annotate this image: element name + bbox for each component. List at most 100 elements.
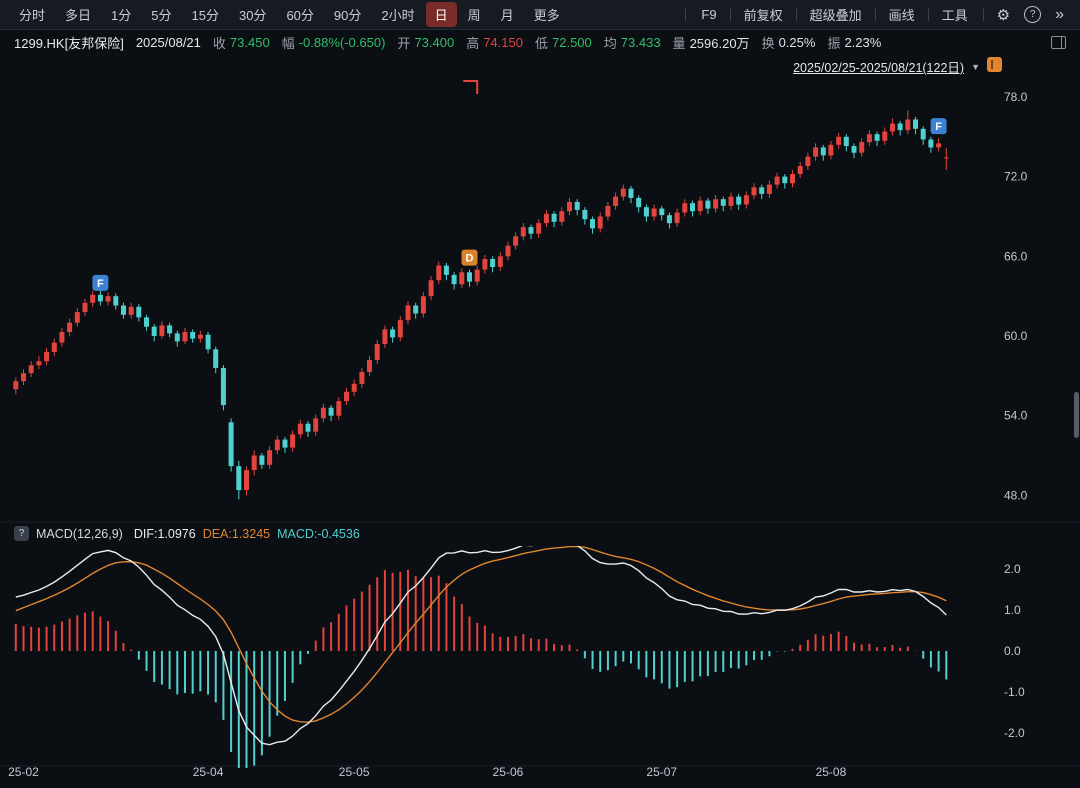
event-marker-D[interactable]: D [461,249,478,266]
quote-date: 2025/08/21 [135,34,201,50]
quote-field-value: 74.150 [483,34,523,50]
svg-text:25-05: 25-05 [339,765,370,779]
svg-text:25-08: 25-08 [816,765,847,779]
quote-field-label: 均 [603,35,617,51]
period-tab[interactable]: 多日 [56,2,100,27]
date-range-selector[interactable]: 2025/02/25-2025/08/21(122日) ▼ [793,57,980,76]
top-toolbar: 分时 多日 1分 5分 15分 30分 60分 90分 2小时日周月更多 F9 前复权 超级叠加 画线… [0,0,1080,30]
macd-histogram [14,569,948,768]
toolbar-tool[interactable]: 超级叠加 [802,2,870,27]
period-tab[interactable]: 日 [425,2,457,27]
svg-text:-2.0: -2.0 [1004,726,1025,740]
quote-field-value: -0.88%(-0.650) [298,34,386,50]
toolbar-tool[interactable]: 画线 [881,2,923,27]
period-tab[interactable]: 分时 [10,2,54,27]
quote-field-label: 幅 [281,35,295,51]
help-icon[interactable]: ? [1018,4,1047,25]
toolbar-tool[interactable]: 前复权 [736,2,791,27]
dif-line [15,546,947,746]
quote-field-value: 2596.20万 [689,35,750,51]
help-glyph: ? [1024,6,1042,23]
period-tab[interactable]: 5分 [142,2,180,27]
divider [795,8,797,21]
indicator-help-icon[interactable]: ? [14,526,29,541]
event-marker-F[interactable]: F [930,118,947,135]
quote-field-label: 换 [761,35,775,51]
quote-field: 量 2596.20万 [673,33,750,52]
macd-params-label[interactable]: MACD(12,26,9) [36,527,123,541]
period-tab[interactable]: 月 [492,2,523,27]
period-tab[interactable]: 30分 [230,2,275,27]
svg-text:66.0: 66.0 [1004,249,1028,263]
toolbar-right: F9 前复权 超级叠加 画线 工具 ⚙ ? » [680,2,1070,27]
quote-field: 开 73.400 [397,33,454,52]
svg-text:0.0: 0.0 [1004,644,1021,658]
quote-field-label: 收 [212,35,226,51]
chart-area: 78.0 72.0 66.0 60.0 54.0 48.0 2.0 1.0 0.0 -1.0 -2.… [0,54,1080,788]
divider [927,8,929,21]
period-tab[interactable]: 1分 [102,2,140,27]
svg-text:25-06: 25-06 [493,765,524,779]
quote-field-label: 振 [827,35,841,51]
scrollbar-thumb[interactable] [1074,392,1079,438]
svg-text:F: F [97,278,104,290]
quote-field-value: 73.400 [414,34,455,50]
quote-field-value: 73.433 [620,34,661,50]
svg-text:60.0: 60.0 [1004,329,1028,343]
collapse-icon[interactable]: » [1049,4,1070,26]
divider [982,8,984,21]
period-tab[interactable]: 15分 [183,2,228,27]
period-tab[interactable]: 周 [459,2,490,27]
trading-app: 分时 多日 1分 5分 15分 30分 60分 90分 2小时日周月更多 F9 前复权 超级叠加 画线… [0,0,1080,788]
svg-text:2.0: 2.0 [1004,562,1021,576]
period-tab[interactable]: 60分 [277,2,322,27]
quote-field-value: 72.500 [552,34,592,50]
svg-text:1.0: 1.0 [1004,603,1021,617]
chart-svg[interactable]: 78.0 72.0 66.0 60.0 54.0 48.0 2.0 1.0 0.0 -1.0 -2.… [0,54,1080,788]
svg-text:F: F [935,121,942,133]
svg-text:25-02: 25-02 [8,765,39,779]
svg-text:25-07: 25-07 [646,765,677,779]
event-marker-F[interactable]: F [92,274,109,291]
svg-text:D: D [466,253,474,265]
divider [729,8,731,21]
symbol-name[interactable]: 1299.HK[友邦保险] [14,33,124,52]
macd-dea-value: DEA:1.3245 [202,526,271,541]
period-tabs: 分时 多日 1分 5分 15分 30分 60分 90分 2小时日周月更多 [10,2,569,27]
divider [685,8,687,21]
candles-layer[interactable] [13,110,949,500]
highlight-flag-icon[interactable] [987,57,1002,72]
quote-field-label: 开 [397,35,411,51]
period-tab[interactable]: 2小时 [372,2,423,27]
svg-text:-1.0: -1.0 [1004,685,1025,699]
svg-text:25-04: 25-04 [193,765,224,779]
macd-panel [14,546,948,768]
macd-dif-value: DIF:1.0976 [133,526,196,541]
toolbar-tools: F9 前复权 超级叠加 画线 工具 [693,2,975,27]
quote-field: 幅 -0.88%(-0.650) [282,33,386,52]
caret-down-icon: ▼ [971,61,980,72]
settings-icon[interactable]: ⚙ [991,4,1016,26]
quote-field: 高 74.150 [466,33,523,52]
quote-field: 低 72.500 [535,33,592,52]
quote-field: 收 73.450 [213,33,270,52]
toolbar-tool[interactable]: 工具 [934,2,976,27]
quote-field-value: 73.450 [229,34,270,50]
quote-field-value: 2.23% [844,34,882,50]
quote-field: 换 0.25% [762,33,816,52]
dea-line [15,546,947,723]
svg-text:72.0: 72.0 [1004,170,1028,184]
quote-field-label: 量 [672,35,686,51]
macd-header: ? MACD(12,26,9) DIF:1.0976 DEA:1.3245 MA… [14,526,360,541]
period-tab[interactable]: 更多 [525,2,569,27]
date-range-label: 2025/02/25-2025/08/21(122日) [793,61,965,75]
period-tab[interactable]: 90分 [325,2,370,27]
quote-fields: 收 73.450 幅 -0.88%(-0.650) 开 73.400 高 74.150 低 72.… [213,33,881,52]
quote-field-value: 0.25% [778,34,816,50]
drawing-annotation[interactable] [463,80,479,95]
toolbar-tool[interactable]: F9 [693,4,724,25]
svg-text:48.0: 48.0 [1004,488,1028,502]
panel-layout-icon[interactable] [1051,35,1066,49]
svg-text:54.0: 54.0 [1004,409,1028,423]
quote-field-label: 高 [466,35,480,51]
